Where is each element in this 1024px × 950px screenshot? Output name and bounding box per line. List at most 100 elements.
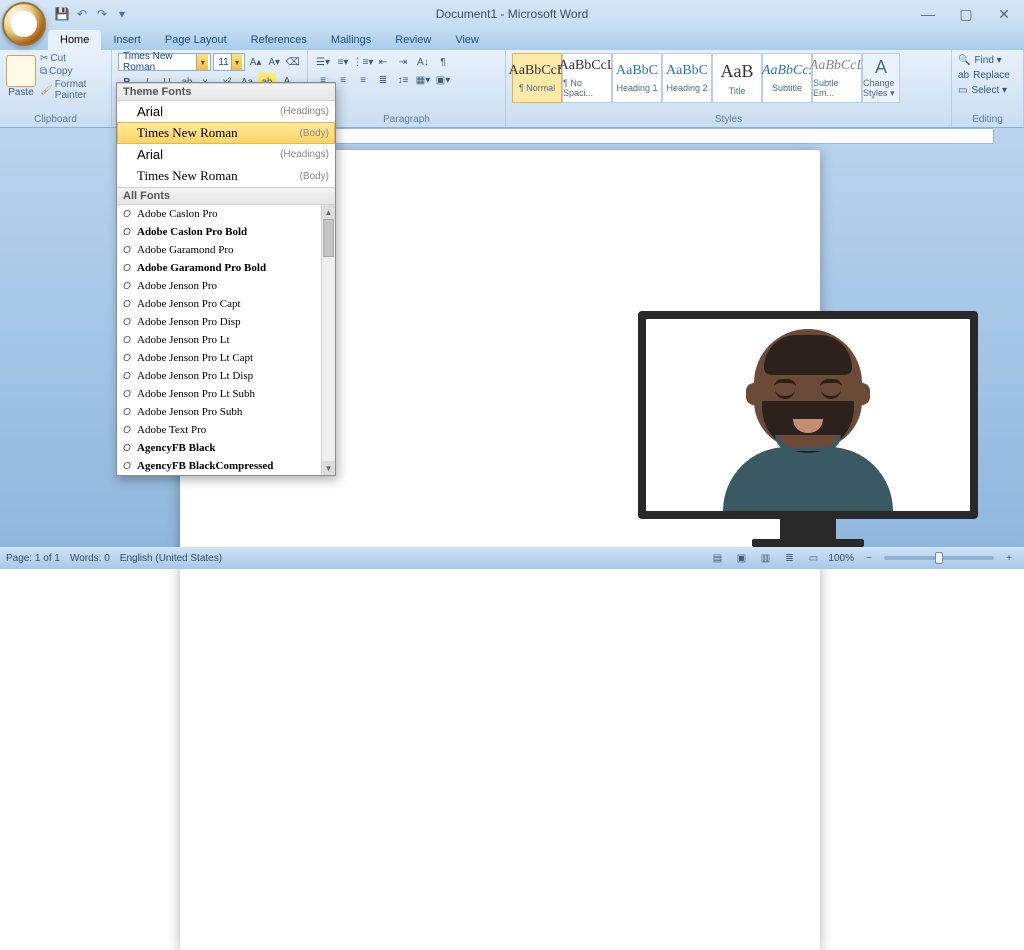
line-spacing-button[interactable]: ↕≡ — [394, 71, 412, 89]
style-tile-nospacing[interactable]: AaBbCcL¶ No Spaci... — [562, 53, 612, 103]
font-option[interactable]: Adobe Jenson Pro Disp — [117, 313, 321, 331]
replace-button[interactable]: abReplace — [958, 68, 1017, 83]
font-name-combo[interactable]: Times New Roman ▾ — [118, 53, 211, 71]
align-right-button[interactable]: ≡ — [354, 71, 372, 89]
align-center-button[interactable]: ≡ — [334, 71, 352, 89]
zoom-out-button[interactable]: − — [860, 549, 878, 567]
font-option[interactable]: Times New Roman(Body) — [117, 122, 335, 144]
tab-references[interactable]: References — [239, 30, 319, 50]
scroll-down-icon[interactable]: ▼ — [322, 461, 335, 475]
font-option[interactable]: Adobe Jenson Pro Capt — [117, 295, 321, 313]
style-tile-subtitle[interactable]: AaBbCc.Subtitle — [762, 53, 812, 103]
zoom-slider[interactable] — [884, 556, 994, 560]
change-styles-button[interactable]: A Change Styles ▾ — [862, 53, 900, 103]
theme-fonts-header: Theme Fonts — [117, 83, 335, 101]
save-icon[interactable]: 💾 — [54, 6, 70, 22]
tab-page-layout[interactable]: Page Layout — [153, 30, 239, 50]
style-tile-subtle-em[interactable]: AaBbCcLSubtle Em... — [812, 53, 862, 103]
qat-more-icon[interactable]: ▾ — [114, 6, 130, 22]
font-option[interactable]: Adobe Garamond Pro Bold — [117, 259, 321, 277]
font-option[interactable]: Adobe Jenson Pro Lt Disp — [117, 367, 321, 385]
status-words[interactable]: Words: 0 — [70, 553, 110, 564]
view-draft-button[interactable]: ▭ — [804, 549, 822, 567]
tab-home[interactable]: Home — [48, 30, 101, 50]
font-option[interactable]: Arial(Headings) — [117, 144, 335, 165]
zoom-in-button[interactable]: + — [1000, 549, 1018, 567]
tab-insert[interactable]: Insert — [101, 30, 153, 50]
font-option[interactable]: Adobe Caslon Pro Bold — [117, 223, 321, 241]
select-icon: ▭ — [958, 85, 967, 96]
change-styles-icon: A — [875, 57, 887, 78]
status-language[interactable]: English (United States) — [120, 553, 222, 564]
font-dropdown-panel: Theme Fonts Arial(Headings)Times New Rom… — [116, 82, 336, 476]
shading-button[interactable]: ▦▾ — [414, 71, 432, 89]
select-button[interactable]: ▭Select ▾ — [958, 83, 1017, 98]
font-list-scrollbar[interactable]: ▲ ▼ — [321, 205, 335, 475]
copy-button[interactable]: ⧉Copy — [40, 66, 105, 77]
tab-review[interactable]: Review — [383, 30, 443, 50]
copy-icon: ⧉ — [40, 66, 47, 77]
quick-access-toolbar: 💾 ↶ ↷ ▾ — [54, 0, 130, 28]
font-option[interactable]: Adobe Jenson Pro Subh — [117, 403, 321, 421]
grow-font-button[interactable]: A▴ — [247, 53, 264, 71]
bullets-button[interactable]: ☰▾ — [314, 53, 332, 71]
view-print-layout-button[interactable]: ▤ — [708, 549, 726, 567]
style-tile-heading1[interactable]: AaBbCHeading 1 — [612, 53, 662, 103]
font-option[interactable]: Adobe Jenson Pro Lt Subh — [117, 385, 321, 403]
view-outline-button[interactable]: ≣ — [780, 549, 798, 567]
borders-button[interactable]: ▣▾ — [434, 71, 452, 89]
shrink-font-button[interactable]: A▾ — [266, 53, 283, 71]
format-painter-button[interactable]: 🖌Format Painter — [40, 79, 105, 101]
status-page[interactable]: Page: 1 of 1 — [6, 553, 60, 564]
multilevel-button[interactable]: ⋮≡▾ — [354, 53, 372, 71]
style-tile-title[interactable]: AaBTitle — [712, 53, 762, 103]
font-option[interactable]: AgencyFB Black — [117, 439, 321, 457]
font-name-value: Times New Roman — [121, 51, 196, 73]
view-web-layout-button[interactable]: ▥ — [756, 549, 774, 567]
font-option[interactable]: Adobe Jenson Pro Lt — [117, 331, 321, 349]
font-size-combo[interactable]: 11 ▾ — [213, 53, 245, 71]
indent-dec-button[interactable]: ⇤ — [374, 53, 392, 71]
font-option[interactable]: Times New Roman(Body) — [117, 165, 335, 187]
clear-format-button[interactable]: ⌫ — [284, 53, 301, 71]
all-fonts-header: All Fonts — [117, 187, 335, 205]
office-button[interactable] — [2, 2, 46, 46]
status-bar: Page: 1 of 1 Words: 0 English (United St… — [0, 547, 1024, 569]
font-option[interactable]: Arial(Headings) — [117, 101, 335, 122]
view-full-screen-button[interactable]: ▣ — [732, 549, 750, 567]
show-marks-button[interactable]: ¶ — [434, 53, 452, 71]
redo-icon[interactable]: ↷ — [94, 6, 110, 22]
sort-button[interactable]: A↓ — [414, 53, 432, 71]
cut-button[interactable]: ✂Cut — [40, 53, 105, 64]
title-bar: 💾 ↶ ↷ ▾ Document1 - Microsoft Word — ▢ ✕ — [0, 0, 1024, 28]
ribbon-tabs: Home Insert Page Layout References Maili… — [0, 28, 1024, 50]
zoom-value[interactable]: 100% — [828, 553, 854, 564]
numbering-button[interactable]: ≡▾ — [334, 53, 352, 71]
justify-button[interactable]: ≣ — [374, 71, 392, 89]
undo-icon[interactable]: ↶ — [74, 6, 90, 22]
chevron-down-icon[interactable]: ▾ — [196, 54, 208, 70]
maximize-button[interactable]: ▢ — [952, 3, 980, 25]
style-tile-heading2[interactable]: AaBbCHeading 2 — [662, 53, 712, 103]
paste-button[interactable]: Paste — [6, 53, 36, 101]
font-option[interactable]: Adobe Text Pro — [117, 421, 321, 439]
chevron-down-icon[interactable]: ▾ — [231, 54, 243, 70]
tab-view[interactable]: View — [443, 30, 491, 50]
scroll-up-icon[interactable]: ▲ — [322, 205, 335, 219]
minimize-button[interactable]: — — [914, 3, 942, 25]
font-option[interactable]: Adobe Caslon Pro — [117, 205, 321, 223]
font-option[interactable]: Adobe Jenson Pro Lt Capt — [117, 349, 321, 367]
close-button[interactable]: ✕ — [990, 3, 1018, 25]
brush-icon: 🖌 — [40, 85, 53, 96]
find-button[interactable]: 🔍Find ▾ — [958, 53, 1017, 68]
font-option[interactable]: Adobe Garamond Pro — [117, 241, 321, 259]
editing-group-label: Editing — [958, 112, 1017, 127]
style-tile-normal[interactable]: AaBbCcL¶ Normal — [512, 53, 562, 103]
paste-icon — [6, 55, 36, 87]
styles-gallery[interactable]: AaBbCcL¶ Normal AaBbCcL¶ No Spaci... AaB… — [512, 53, 862, 103]
tab-mailings[interactable]: Mailings — [319, 30, 383, 50]
scroll-thumb[interactable] — [323, 219, 334, 257]
font-option[interactable]: AgencyFB BlackCompressed — [117, 457, 321, 475]
indent-inc-button[interactable]: ⇥ — [394, 53, 412, 71]
font-option[interactable]: Adobe Jenson Pro — [117, 277, 321, 295]
